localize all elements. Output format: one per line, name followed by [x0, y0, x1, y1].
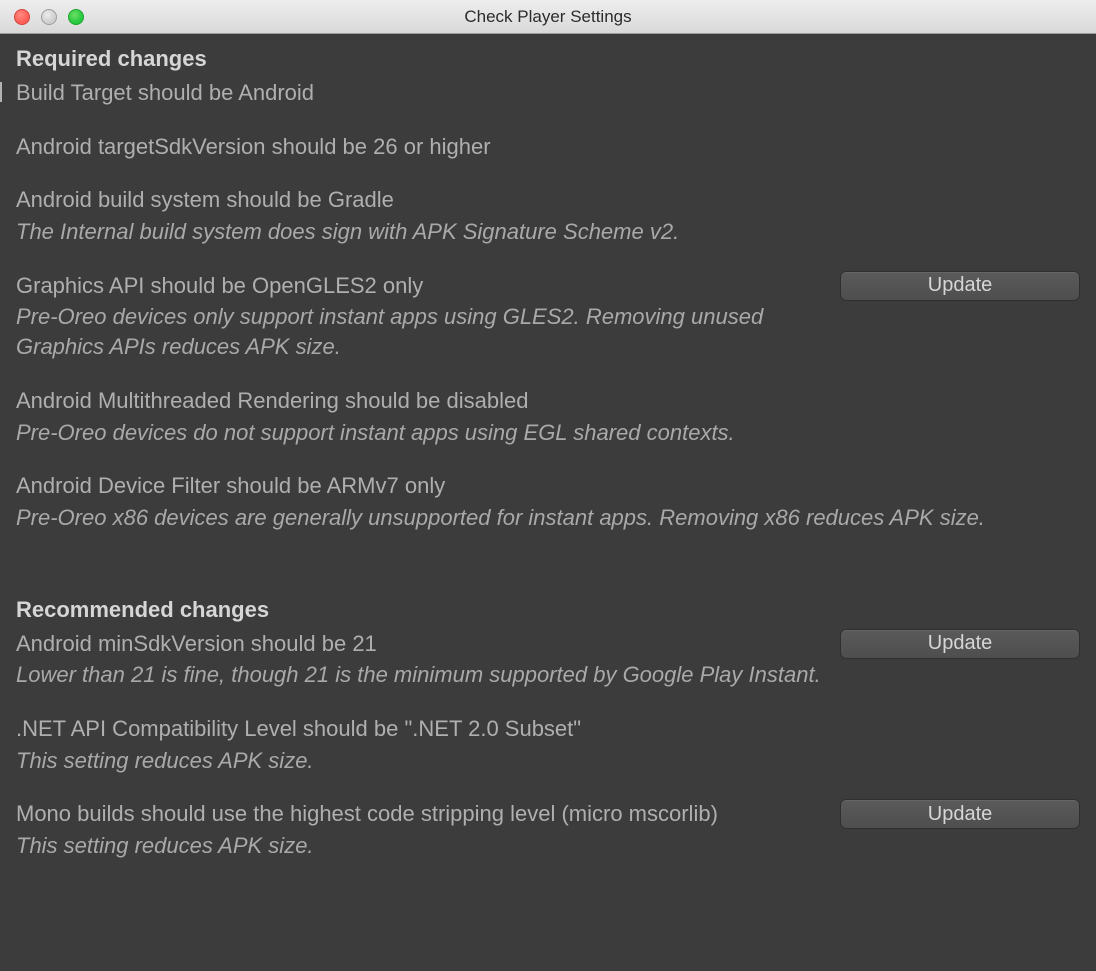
update-button-min-sdk[interactable]: Update	[840, 629, 1080, 659]
item-multithreaded-desc: Pre-Oreo devices do not support instant …	[16, 418, 824, 448]
item-build-system-title: Android build system should be Gradle	[16, 185, 824, 215]
item-build-target-title: Build Target should be Android	[16, 78, 1064, 108]
update-button-graphics-api[interactable]: Update	[840, 271, 1080, 301]
item-net-compat: .NET API Compatibility Level should be "…	[16, 714, 1080, 775]
item-device-filter: Android Device Filter should be ARMv7 on…	[16, 471, 1080, 532]
item-graphics-api-title: Graphics API should be OpenGLES2 only	[16, 271, 824, 301]
item-mono-strip-title: Mono builds should use the highest code …	[16, 799, 824, 829]
required-changes-header: Required changes	[16, 46, 1080, 72]
item-min-sdk: Android minSdkVersion should be 21 Lower…	[16, 629, 1080, 690]
item-min-sdk-title: Android minSdkVersion should be 21	[16, 629, 824, 659]
item-device-filter-desc: Pre-Oreo x86 devices are generally unsup…	[16, 503, 1064, 533]
recommended-changes-header: Recommended changes	[16, 597, 1080, 623]
item-mono-strip-desc: This setting reduces APK size.	[16, 831, 824, 861]
maximize-icon[interactable]	[68, 9, 84, 25]
update-button-mono-strip[interactable]: Update	[840, 799, 1080, 829]
item-mono-strip: Mono builds should use the highest code …	[16, 799, 1080, 860]
text-caret-icon	[0, 82, 2, 102]
close-icon[interactable]	[14, 9, 30, 25]
item-device-filter-title: Android Device Filter should be ARMv7 on…	[16, 471, 1064, 501]
item-multithreaded: Android Multithreaded Rendering should b…	[16, 386, 1080, 447]
item-build-target: Build Target should be Android	[16, 78, 1080, 108]
item-min-sdk-desc: Lower than 21 is fine, though 21 is the …	[16, 660, 824, 690]
item-graphics-api-desc: Pre-Oreo devices only support instant ap…	[16, 302, 824, 361]
item-graphics-api: Graphics API should be OpenGLES2 only Pr…	[16, 271, 1080, 362]
item-build-system: Android build system should be Gradle Th…	[16, 185, 1080, 246]
item-net-compat-desc: This setting reduces APK size.	[16, 746, 824, 776]
item-build-system-desc: The Internal build system does sign with…	[16, 217, 824, 247]
item-multithreaded-title: Android Multithreaded Rendering should b…	[16, 386, 824, 416]
content-area: Required changes Build Target should be …	[0, 34, 1096, 901]
window-title: Check Player Settings	[0, 7, 1096, 27]
item-target-sdk: Android targetSdkVersion should be 26 or…	[16, 132, 1080, 162]
window-titlebar[interactable]: Check Player Settings	[0, 0, 1096, 34]
item-net-compat-title: .NET API Compatibility Level should be "…	[16, 714, 824, 744]
minimize-icon[interactable]	[41, 9, 57, 25]
item-target-sdk-title: Android targetSdkVersion should be 26 or…	[16, 132, 824, 162]
